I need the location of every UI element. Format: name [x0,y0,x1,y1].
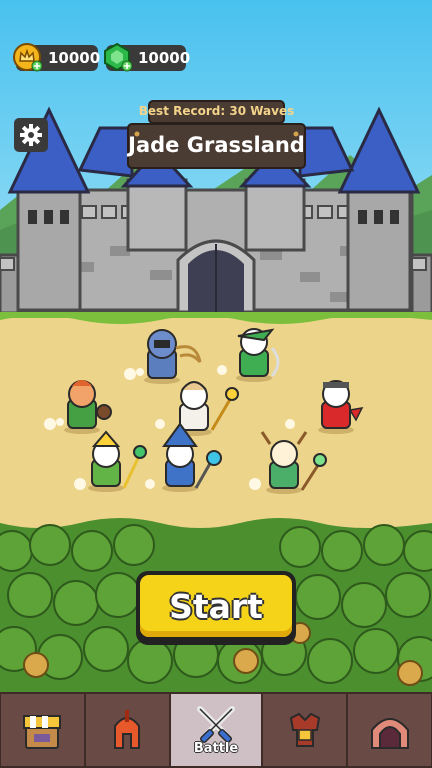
gold-amount: 10000 [48,49,101,67]
left-tower [16,183,82,312]
tab-shop[interactable] [1,694,84,766]
best-record: Best Record: 30 Waves [127,100,306,122]
settings-button[interactable] [14,118,48,152]
start-button-label: Start [140,575,292,637]
tab-heroes[interactable] [85,694,169,766]
gold-counter[interactable]: 10000 [13,43,100,72]
right-tower-roof [337,106,421,194]
crown-coin-icon [13,43,42,72]
priest-hero [176,381,239,436]
best-record-value: 30 Waves [229,104,295,118]
stage-name: Jade Grassland [128,133,305,157]
gear-icon [20,124,42,146]
knight-hero [144,329,202,384]
armor-icon [289,712,320,747]
right-tower [346,183,412,312]
gem-counter[interactable]: 10000 [104,42,190,72]
tab-battle-label: Battle [193,740,239,756]
tab-equipment[interactable] [263,694,347,766]
stage-plaque: Best Record: 30 Waves Jade Grassland [127,100,306,170]
shop-stall-icon [23,715,62,749]
rogue-hero [318,380,364,434]
crossed-swords-icon [197,705,235,743]
tab-dungeon[interactable] [348,694,432,766]
green-gem-icon [104,42,132,72]
best-record-label: Best Record: [138,104,226,118]
gem-amount: 10000 [138,49,191,67]
archer-hero [236,328,280,382]
tab-battle[interactable]: Battle [170,694,262,766]
cave-gate-icon [370,718,409,749]
druid-hero [260,431,327,494]
start-button[interactable]: Start [136,571,296,645]
bottom-nav: Battle [0,692,432,768]
cleric-hero [88,430,147,492]
hero-party [0,312,432,494]
monk-hero [64,380,112,434]
spartan-helmet-icon [114,710,141,749]
